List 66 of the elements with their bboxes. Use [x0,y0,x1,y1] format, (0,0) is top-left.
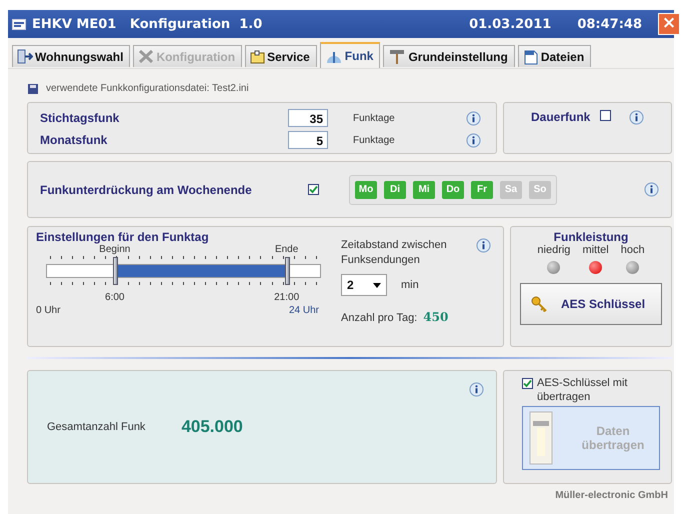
weekday-toggle[interactable]: Sa [500,180,522,198]
info-icon[interactable] [644,182,659,197]
number-field[interactable]: 35 [288,109,328,127]
close-button[interactable]: × [658,13,680,35]
config-file-label: verwendete Funkkonfigurationsdatei: Test2.ini [46,83,249,94]
unit-label: Funktage [353,134,396,146]
device-icon [529,411,553,465]
number-field[interactable]: 5 [288,131,328,149]
indicator-lamp[interactable] [589,261,602,274]
level-label: mittel [582,244,609,256]
weekday-toggle[interactable]: Mi [413,180,435,198]
interval-dropdown[interactable]: 2 [341,274,387,296]
info-icon[interactable] [466,132,481,148]
folder-icon [250,50,266,64]
slider-handle[interactable] [284,257,290,285]
tab[interactable]: Grundeinstellung [383,45,515,67]
tab[interactable]: Funk [320,42,380,68]
file-icon [522,48,539,64]
checkbox-label: AES-Schlüssel mit übertragen [537,376,628,404]
unit-label: Funktage [353,112,396,124]
tab[interactable]: Service [245,45,317,67]
field-label: Stichtagsfunk [40,111,120,125]
weekday-toggle[interactable]: Fr [471,180,493,198]
footer-label: Müller-electronic GmbH [555,490,668,501]
slider-label: Beginn [99,244,130,255]
total-label: Gesamtanzahl Funk [47,421,146,433]
scale-label: 24 Uhr [288,305,319,316]
dropdown-caret-icon [373,282,381,288]
window-title: EHKV ME01 Konfiguration 1.0 [32,16,264,32]
weekday-toggle[interactable]: Do [442,180,464,198]
time-label: 08:47:48 [577,16,642,32]
door-icon [17,49,33,64]
weekday-toggle[interactable]: Di [384,180,406,198]
hammer-icon [388,48,406,64]
info-icon[interactable] [469,382,484,397]
time-label: 6:00 [105,292,124,303]
per-day-value: 450 [423,310,448,324]
info-icon[interactable] [466,110,481,126]
checkbox[interactable] [308,184,319,195]
app-icon [12,18,26,30]
weekday-toggle[interactable]: So [529,180,551,198]
tab[interactable]: Dateien [518,45,592,67]
info-icon[interactable] [629,110,644,125]
scale-label: 0 Uhr [36,305,60,316]
time-label: 21:00 [274,292,300,303]
info-icon[interactable] [476,238,491,253]
tab[interactable]: Wohnungswahl [12,45,130,67]
interval-label: Zeitabstand zwischen Funksendungen [341,238,448,268]
slider-label: Ende [274,244,298,255]
slider-handle[interactable] [112,257,118,285]
weekday-toggle[interactable]: Mo [355,180,377,198]
field-label: Monatsfunk [40,133,108,147]
unit-label: min [401,279,419,291]
section-title: Einstellungen für den Funktag [36,230,210,244]
level-label: niedrig [537,244,570,256]
range-slider[interactable] [46,257,321,285]
level-label: hoch [620,244,645,256]
section-title: Funkleistung [554,230,628,244]
key-icon [531,296,547,312]
checkbox[interactable] [600,110,612,121]
per-day-label: Anzahl pro Tag: [341,312,418,324]
date-label: 01.03.2011 [469,16,552,32]
field-label: Dauerfunk [531,110,590,124]
aes-key-button[interactable]: AES Schlüssel [520,283,662,325]
field-label: Funkunterdrückung am Wochenende [40,182,253,196]
total-value: 405.000 [181,417,243,437]
